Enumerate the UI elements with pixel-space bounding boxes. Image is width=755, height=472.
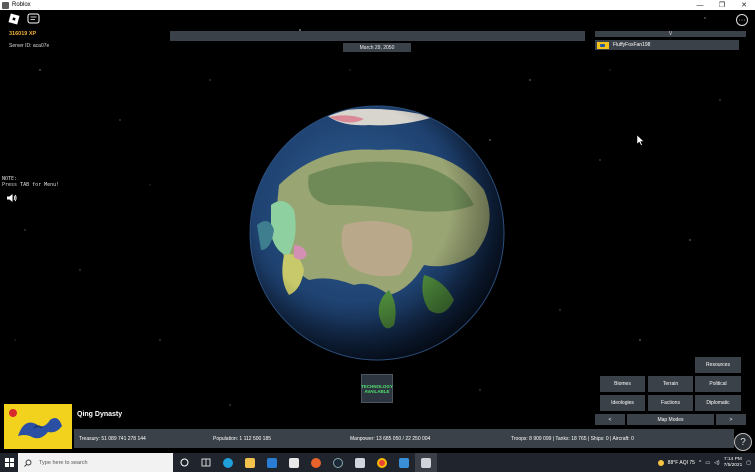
clock[interactable]: 7:14 PM 7/5/2021 (724, 457, 743, 469)
chat-icon[interactable] (27, 13, 40, 25)
weather-icon (657, 459, 664, 466)
more-options-icon[interactable]: ··· (736, 14, 748, 26)
world-globe[interactable] (249, 105, 505, 361)
clock-date: 7/5/2021 (723, 462, 743, 468)
roblox-app-icon (2, 1, 9, 9)
weather-text[interactable]: 88°F AQI 75 (668, 460, 695, 466)
playerlist-toggle[interactable]: V (595, 31, 746, 37)
windows-start-icon[interactable] (0, 453, 18, 472)
roblox-studio-icon[interactable] (349, 453, 371, 472)
factions-map-button[interactable]: Factions (648, 395, 693, 411)
mouse-cursor (637, 135, 645, 146)
windows-taskbar: Type here to search 88°F AQI 75 ^ ▭ ◁) 7… (0, 453, 755, 472)
top-info-bar (170, 31, 585, 41)
tech-label-2: AVAILABLE (364, 388, 390, 394)
prev-map-mode-button[interactable]: < (595, 414, 625, 425)
map-modes-label: Map Modes (627, 414, 714, 425)
roblox-player-icon[interactable] (415, 453, 437, 472)
server-id-label: Server ID: aca07e (9, 43, 50, 49)
firefox-icon[interactable] (305, 453, 327, 472)
biomes-map-button[interactable]: Biomes (600, 376, 645, 392)
task-view-icon[interactable] (195, 453, 217, 472)
search-icon (24, 459, 32, 467)
player-name: FluffyFoxFan198 (613, 42, 651, 48)
cortana-icon[interactable] (173, 453, 195, 472)
player-flag-icon (597, 41, 609, 49)
political-map-button[interactable]: Political (695, 376, 741, 392)
roblox-studio-blue-icon[interactable] (393, 453, 415, 472)
window-title: Roblox (12, 2, 31, 8)
volume-icon[interactable]: ◁) (714, 460, 720, 466)
clock-time: 7:14 PM (723, 456, 742, 462)
country-flag-image[interactable] (4, 404, 72, 449)
playerlist-item[interactable]: FluffyFoxFan198 (595, 40, 739, 50)
help-icon[interactable]: ? (734, 433, 752, 451)
file-explorer-icon[interactable] (239, 453, 261, 472)
manpower-stat: Manpower: 13 685 050 / 22 250 004 (350, 436, 431, 442)
country-stats-bar: Treasury: 51 089 741 278 144 Population:… (74, 429, 734, 448)
population-stat: Population: 1 112 500 185 (213, 436, 272, 442)
resources-map-button[interactable]: Resources (695, 357, 741, 373)
maximize-button[interactable]: ❐ (711, 1, 733, 9)
minimize-button[interactable]: — (689, 2, 711, 9)
close-button[interactable]: ✕ (733, 1, 755, 9)
military-stat: Troops: 8 909 099 | Tanks: 18 765 | Ship… (511, 436, 634, 442)
edge-browser-icon[interactable] (217, 453, 239, 472)
dragon-flag-icon (4, 404, 72, 449)
menu-note: NOTE: Press TAB for Menu! (2, 176, 60, 188)
ideologies-map-button[interactable]: Ideologies (600, 395, 645, 411)
diplomatic-map-button[interactable]: Diplomatic (695, 395, 741, 411)
tray-chevron-icon[interactable]: ^ (699, 460, 701, 466)
mail-icon[interactable] (261, 453, 283, 472)
treasury-stat: Treasury: 51 089 741 278 144 (79, 436, 146, 442)
game-viewport[interactable]: 316019 XP Server ID: aca07e ··· March 29… (0, 10, 755, 453)
roblox-menu-icon[interactable] (8, 13, 20, 25)
notifications-icon[interactable]: ▢ (746, 460, 751, 466)
speaker-icon[interactable] (6, 193, 17, 203)
terrain-map-button[interactable]: Terrain (648, 376, 693, 392)
system-tray: 88°F AQI 75 ^ ▭ ◁) 7:14 PM 7/5/2021 ▢ (657, 453, 751, 472)
technology-available-button[interactable]: TECHNOLOGY AVAILABLE (361, 374, 393, 403)
store-icon[interactable] (283, 453, 305, 472)
chrome-icon[interactable] (371, 453, 393, 472)
window-titlebar: Roblox — ❐ ✕ (0, 0, 755, 10)
search-placeholder: Type here to search (39, 459, 88, 466)
game-date: March 29, 2050 (343, 43, 411, 52)
country-name: Qing Dynasty (77, 411, 123, 418)
xp-label: 316019 XP (9, 31, 37, 37)
steam-icon[interactable] (327, 453, 349, 472)
taskbar-search-box[interactable]: Type here to search (18, 453, 173, 472)
next-map-mode-button[interactable]: > (716, 414, 746, 425)
network-icon[interactable]: ▭ (705, 460, 710, 466)
